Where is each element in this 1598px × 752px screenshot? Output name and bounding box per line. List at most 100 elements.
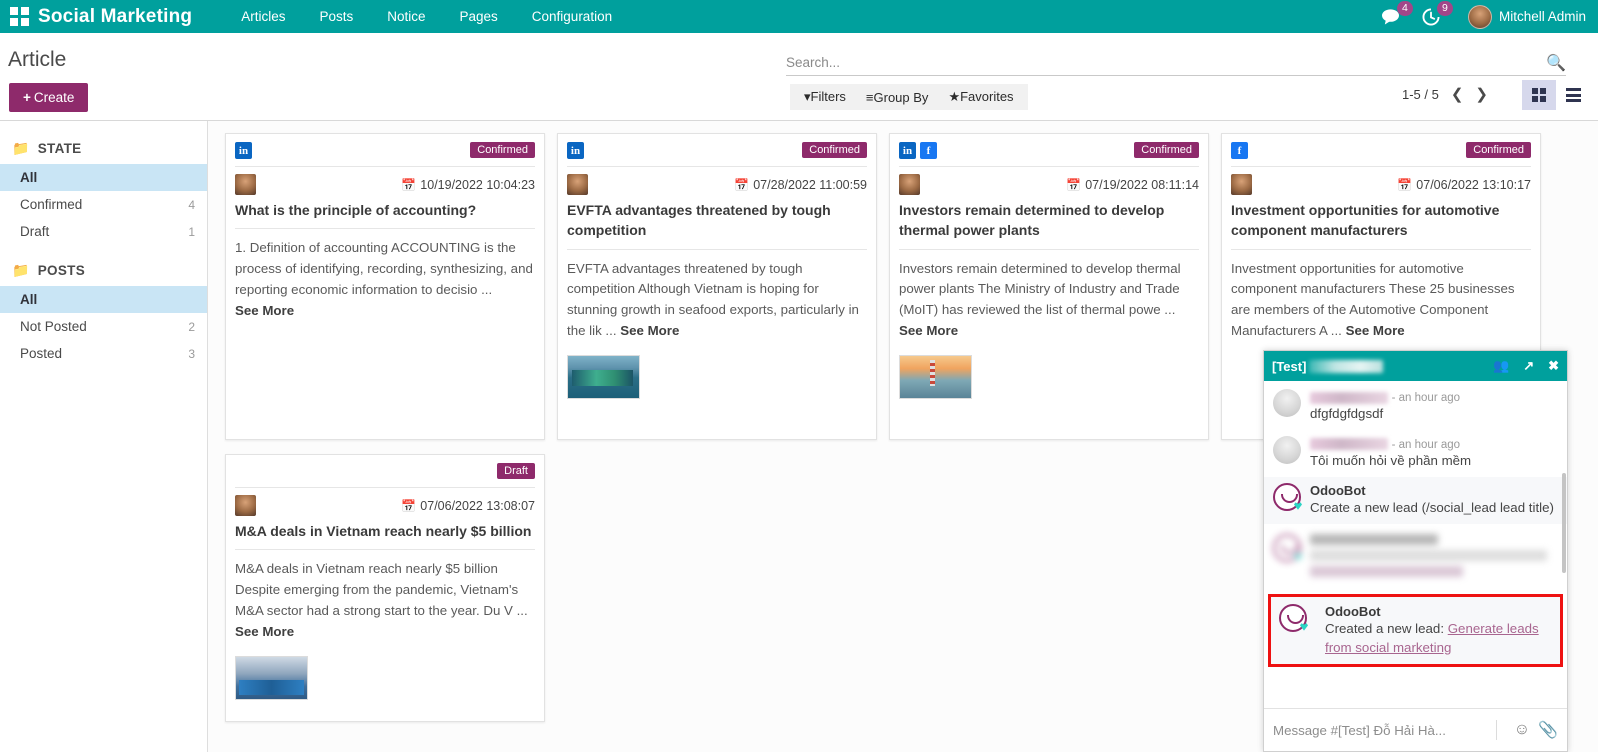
card-thumbnail — [567, 355, 640, 399]
card-title[interactable]: Investors remain determined to develop t… — [890, 197, 1208, 249]
paperclip-icon[interactable]: 📎 — [1538, 720, 1558, 740]
card-title[interactable]: Investment opportunities for automotive … — [1222, 197, 1540, 249]
chat-title-redacted — [1309, 360, 1383, 373]
see-more-link[interactable]: See More — [620, 323, 679, 338]
kanban-view-button[interactable] — [1522, 80, 1556, 110]
status-badge: Confirmed — [1466, 142, 1531, 158]
list-view-button[interactable] — [1556, 80, 1590, 110]
odoobot-avatar-icon — [1279, 604, 1307, 632]
sidebar-item-posts-not-posted[interactable]: Not Posted 2 — [0, 313, 207, 340]
card-meta: 📅 07/06/2022 13:10:17 — [1222, 167, 1540, 197]
menu-item-pages[interactable]: Pages — [443, 0, 515, 33]
sidebar-item-posts-all[interactable]: All — [0, 286, 207, 313]
favorites-dropdown[interactable]: ★Favorites — [938, 89, 1023, 105]
message-author: - an hour ago — [1310, 436, 1557, 451]
navbar-right-group: 4 9 Mitchell Admin — [1381, 5, 1598, 29]
card-header: Draft — [226, 455, 544, 487]
filter-bar: ▾Filters ≡Group By ★Favorites — [790, 84, 1028, 110]
card-header: in Confirmed — [558, 134, 876, 166]
create-button-label: Create — [34, 90, 75, 105]
status-badge: Confirmed — [1134, 142, 1199, 158]
sidebar-item-posts-posted[interactable]: Posted 3 — [0, 340, 207, 367]
kanban-card[interactable]: in f Confirmed 📅 07/19/2022 08:11:14 Inv… — [889, 133, 1209, 440]
sidebar-item-state-all[interactable]: All — [0, 164, 207, 191]
card-meta: 📅 07/28/2022 11:00:59 — [558, 167, 876, 197]
control-panel: Article +Create 🔍 ▾Filters ≡Group By ★Fa… — [0, 33, 1598, 121]
chat-window-header[interactable]: [Test] 👥 ↗ ✖ — [1264, 351, 1567, 381]
user-menu[interactable]: Mitchell Admin — [1468, 5, 1586, 29]
message-author-redacted — [1310, 392, 1388, 404]
card-thumbnail — [235, 656, 308, 700]
kanban-card[interactable]: Draft 📅 07/06/2022 13:08:07 M&A deals in… — [225, 454, 545, 722]
kanban-card[interactable]: in Confirmed 📅 10/19/2022 10:04:23 What … — [225, 133, 545, 440]
pager: 1-5 / 5 ❮ ❯ — [1402, 85, 1488, 103]
chat-message-highlighted: OdooBot Created a new lead: Generate lea… — [1268, 594, 1563, 668]
see-more-link[interactable]: See More — [235, 622, 535, 643]
chat-message-list[interactable]: - an hour ago dfgfdgfdgsdf - an hour ago… — [1264, 381, 1567, 708]
pager-next-button[interactable]: ❯ — [1475, 85, 1488, 103]
members-icon[interactable]: 👥 — [1493, 358, 1509, 374]
app-brand-title[interactable]: Social Marketing — [38, 6, 192, 28]
favorites-label: Favorites — [960, 89, 1013, 104]
chat-scrollbar[interactable] — [1562, 473, 1566, 573]
view-switcher — [1522, 80, 1590, 110]
activities-menu[interactable]: 9 — [1422, 8, 1440, 26]
see-more-link[interactable]: See More — [899, 321, 1199, 342]
search-input[interactable] — [786, 55, 1526, 70]
linkedin-icon: in — [235, 142, 252, 159]
menu-item-notice[interactable]: Notice — [370, 0, 442, 33]
sidebar-item-label: Confirmed — [20, 197, 82, 212]
card-header: in Confirmed — [226, 134, 544, 166]
card-title[interactable]: M&A deals in Vietnam reach nearly $5 bil… — [226, 518, 544, 549]
card-title[interactable]: EVFTA advantages threatened by tough com… — [558, 197, 876, 249]
card-body-text: EVFTA advantages threatened by tough com… — [567, 261, 859, 339]
plus-icon: + — [23, 90, 31, 105]
message-author: OdooBot — [1310, 483, 1557, 498]
status-badge: Confirmed — [802, 142, 867, 158]
menu-item-posts[interactable]: Posts — [302, 0, 370, 33]
create-button[interactable]: +Create — [9, 83, 88, 112]
message-input[interactable] — [1273, 723, 1487, 738]
odoobot-avatar-icon — [1273, 534, 1301, 562]
messages-badge: 4 — [1397, 1, 1413, 16]
sidebar-item-state-draft[interactable]: Draft 1 — [0, 218, 207, 245]
lines-icon: ≡ — [866, 90, 874, 105]
close-icon[interactable]: ✖ — [1548, 358, 1559, 374]
page-title: Article — [8, 48, 66, 72]
expand-icon[interactable]: ↗ — [1523, 358, 1534, 374]
pager-value[interactable]: 1-5 / 5 — [1402, 87, 1439, 102]
emoji-icon[interactable]: ☺ — [1514, 721, 1530, 739]
card-date: 📅 10/19/2022 10:04:23 — [401, 178, 535, 192]
avatar — [1231, 174, 1252, 195]
search-icon[interactable]: 🔍 — [1546, 53, 1566, 73]
calendar-icon: 📅 — [401, 499, 416, 513]
groupby-dropdown[interactable]: ≡Group By — [856, 90, 939, 105]
search-bar[interactable]: 🔍 — [786, 50, 1566, 76]
message-text: Created a new lead: Generate leads from … — [1325, 620, 1552, 658]
sidebar: 📁 STATE All Confirmed 4 Draft 1 📁 POSTS … — [0, 121, 208, 752]
card-thumbnail — [899, 355, 972, 399]
card-title[interactable]: What is the principle of accounting? — [226, 197, 544, 228]
apps-grid-icon[interactable] — [10, 7, 30, 27]
see-more-link[interactable]: See More — [235, 301, 535, 322]
card-date-value: 07/06/2022 13:10:17 — [1416, 178, 1531, 192]
star-icon: ★ — [948, 89, 960, 104]
sidebar-item-state-confirmed[interactable]: Confirmed 4 — [0, 191, 207, 218]
sidebar-item-label: All — [20, 170, 37, 185]
sidebar-section-posts-label: POSTS — [38, 263, 85, 278]
kanban-card[interactable]: in Confirmed 📅 07/28/2022 11:00:59 EVFTA… — [557, 133, 877, 440]
menu-item-configuration[interactable]: Configuration — [515, 0, 629, 33]
pager-previous-button[interactable]: ❮ — [1451, 85, 1464, 103]
calendar-icon: 📅 — [1397, 178, 1412, 192]
list-view-icon — [1566, 88, 1581, 102]
see-more-link[interactable]: See More — [1346, 323, 1405, 338]
folder-icon: 📁 — [12, 140, 30, 157]
message-author: - an hour ago — [1310, 389, 1557, 404]
top-navbar: Social Marketing Articles Posts Notice P… — [0, 0, 1598, 33]
filters-dropdown[interactable]: ▾Filters — [794, 89, 856, 105]
menu-item-articles[interactable]: Articles — [224, 0, 302, 33]
card-header: in f Confirmed — [890, 134, 1208, 166]
messages-menu[interactable]: 4 — [1381, 8, 1400, 25]
kanban-view-icon — [1532, 88, 1547, 103]
card-body-text: 1. Definition of accounting ACCOUNTING i… — [235, 240, 533, 297]
